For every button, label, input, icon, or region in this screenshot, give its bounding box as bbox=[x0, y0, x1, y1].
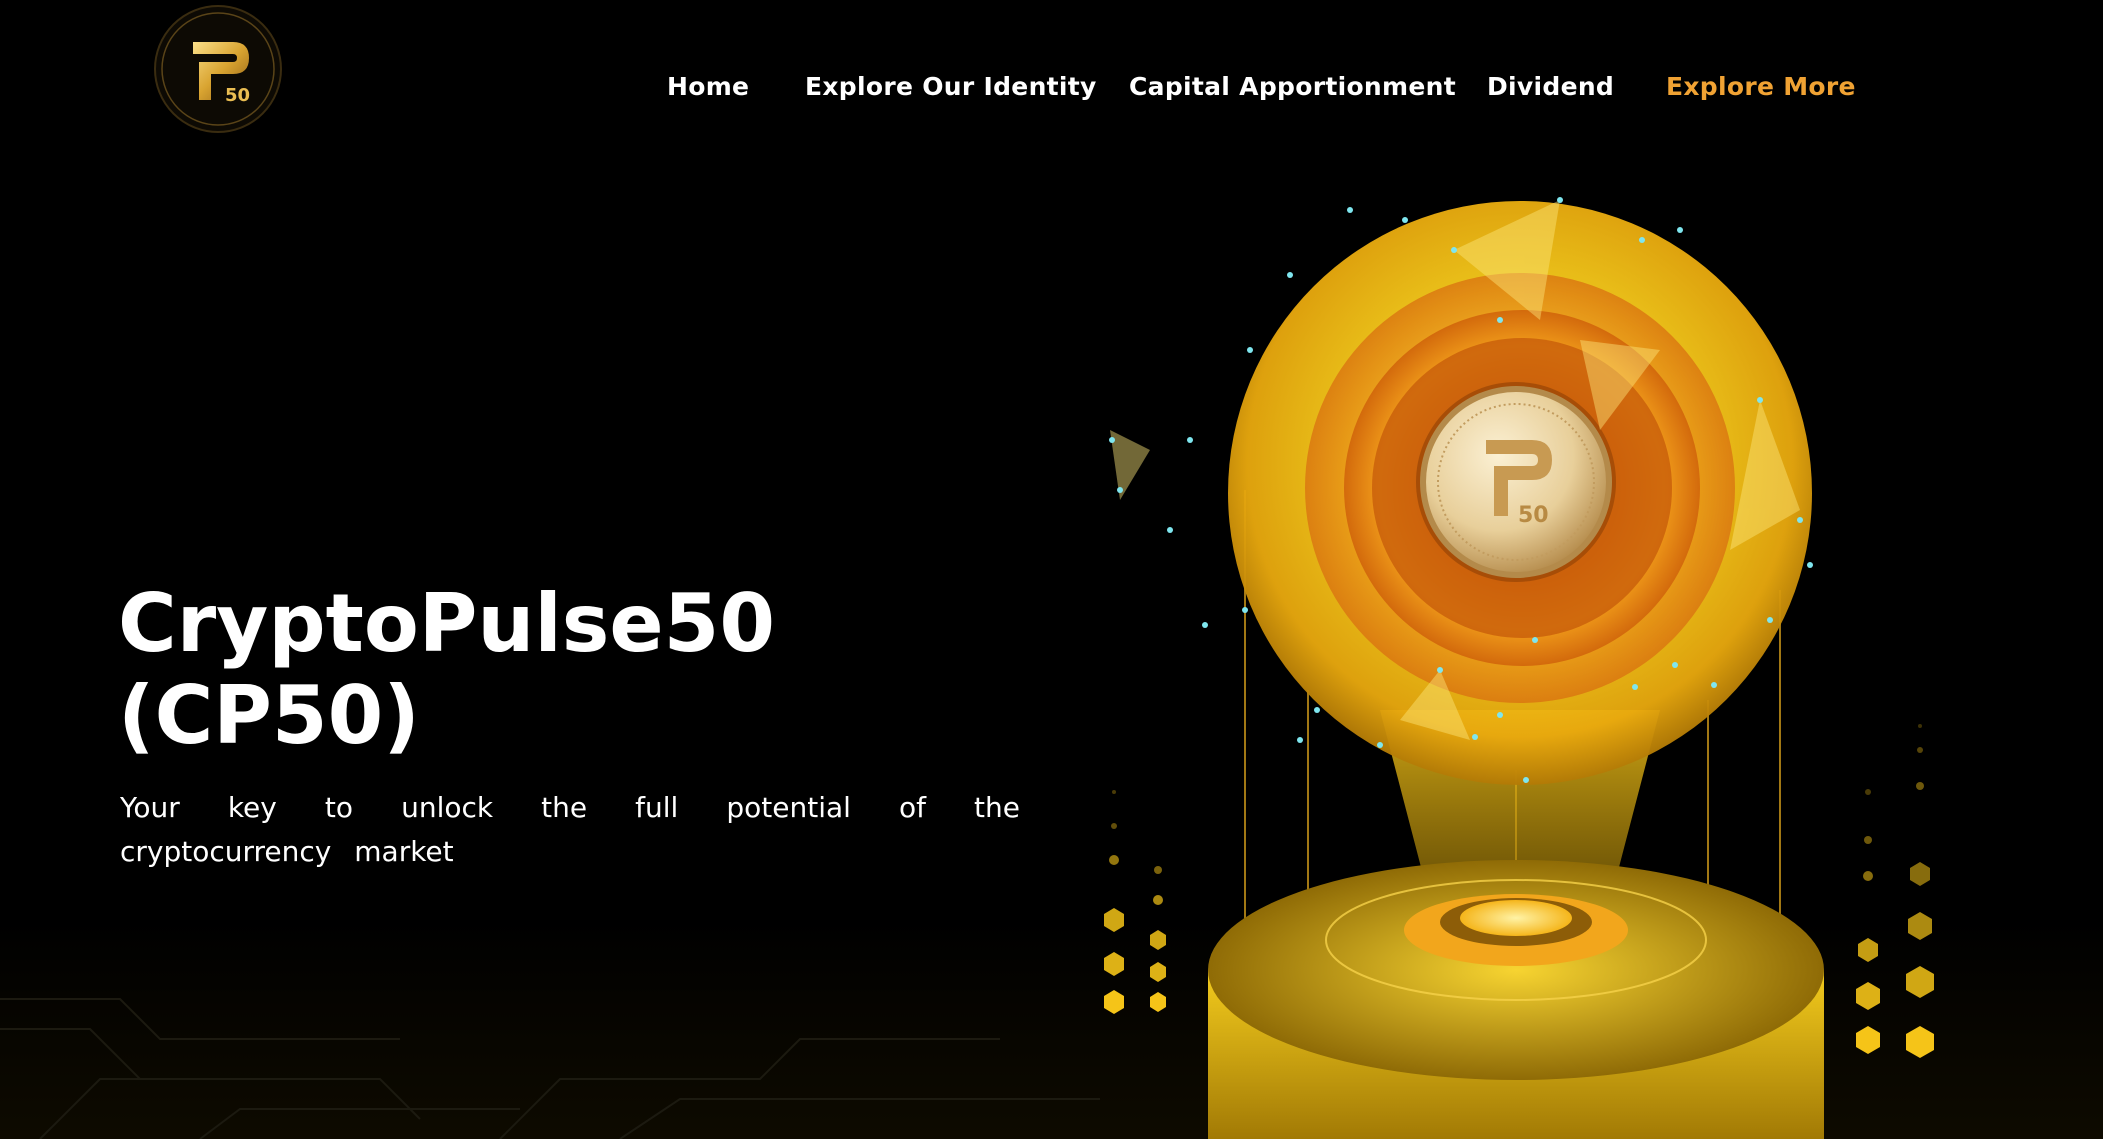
landing-page: 50 Home Explore Our Identity Capital App… bbox=[0, 0, 2103, 1139]
coin-number: 50 bbox=[1518, 503, 1549, 528]
logo-emblem-icon: 50 bbox=[154, 5, 282, 133]
nav-explore-more[interactable]: Explore More bbox=[1666, 72, 1856, 101]
nav-dividend[interactable]: Dividend bbox=[1487, 72, 1614, 101]
brand-logo[interactable]: 50 bbox=[153, 4, 283, 134]
hexagon-dots-left-decoration bbox=[1104, 790, 1166, 1014]
hero-title-line2: (CP50) bbox=[118, 669, 420, 762]
hexagon-dots-right-decoration bbox=[1856, 724, 1934, 1058]
hero-title: CryptoPulse50 (CP50) bbox=[118, 578, 775, 762]
nav-explore-our-identity[interactable]: Explore Our Identity bbox=[805, 72, 1097, 101]
circuit-lines-decoration bbox=[0, 998, 1100, 1139]
hero-subtitle: Your key to unlock the full potential of… bbox=[120, 791, 1020, 868]
logo-number: 50 bbox=[225, 85, 250, 106]
nav-capital-apportionment[interactable]: Capital Apportionment bbox=[1129, 72, 1456, 101]
nav-home[interactable]: Home bbox=[667, 72, 749, 101]
hero-title-line1: CryptoPulse50 bbox=[118, 577, 775, 670]
